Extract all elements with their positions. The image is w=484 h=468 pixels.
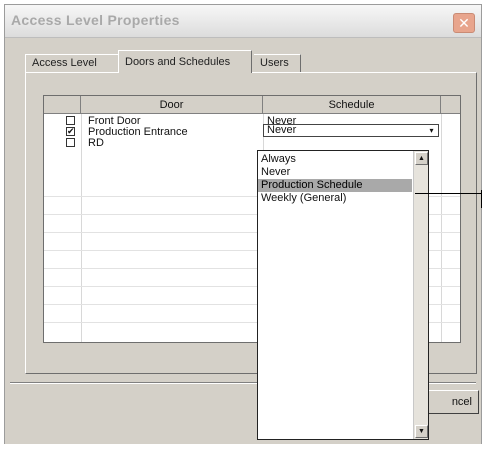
close-button[interactable]: ✕ <box>453 13 475 33</box>
door-cell: RD <box>88 137 104 149</box>
chevron-down-icon[interactable]: ▾ <box>427 126 436 135</box>
callout-line <box>415 193 482 194</box>
table-row[interactable]: RD <box>44 137 460 150</box>
dropdown-option[interactable]: Weekly (General) <box>258 192 412 205</box>
tab-doors-and-schedules[interactable]: Doors and Schedules <box>118 50 252 73</box>
row-checkbox[interactable] <box>66 138 75 147</box>
schedule-combobox-value: Never <box>267 124 297 136</box>
close-icon: ✕ <box>458 15 470 31</box>
scroll-down-icon[interactable]: ▼ <box>415 425 428 438</box>
page-background <box>0 444 484 468</box>
schedule-combobox[interactable]: Never ▾ <box>263 124 439 137</box>
column-header-schedule[interactable]: Schedule <box>263 96 441 114</box>
scroll-up-icon[interactable]: ▲ <box>415 152 428 165</box>
tab-access-level[interactable]: Access Level <box>25 54 119 72</box>
tab-users[interactable]: Users <box>254 54 301 72</box>
column-header-check[interactable] <box>44 96 81 114</box>
title-bar: Access Level Properties ✕ <box>5 5 481 38</box>
dropdown-option-selected[interactable]: Production Schedule <box>258 179 412 192</box>
dropdown-option[interactable]: Always <box>258 153 412 166</box>
schedule-dropdown-list[interactable]: Always Never Production Schedule Weekly … <box>257 150 429 440</box>
window-title: Access Level Properties <box>11 12 180 28</box>
dropdown-scrollbar[interactable]: ▲ ▼ <box>413 151 428 439</box>
callout-tick <box>481 190 482 208</box>
check-icon: ✔ <box>67 126 75 136</box>
row-checkbox[interactable] <box>66 116 75 125</box>
dropdown-option[interactable]: Never <box>258 166 412 179</box>
row-checkbox[interactable]: ✔ <box>66 127 75 136</box>
column-header-door[interactable]: Door <box>81 96 263 114</box>
column-header-filler <box>441 96 460 114</box>
